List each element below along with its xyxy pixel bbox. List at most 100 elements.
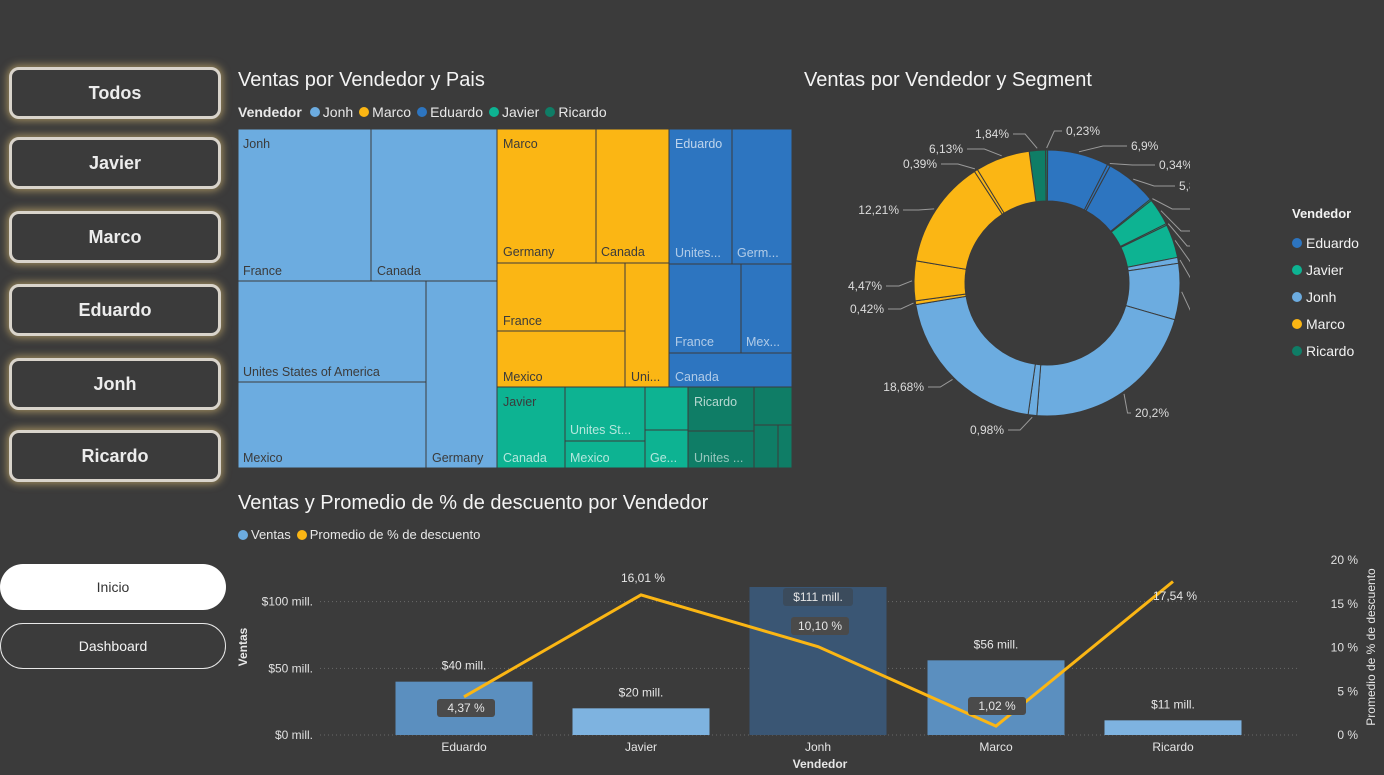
donut-data-label: 6,9% xyxy=(1131,139,1159,153)
treemap-cell-javier-france[interactable] xyxy=(644,386,689,431)
legend-item-marco[interactable]: Marco xyxy=(359,104,411,120)
bar-data-label: $56 mill. xyxy=(974,637,1019,651)
nav-dashboard-button[interactable]: Dashboard xyxy=(0,623,226,669)
donut-data-label: 0,23% xyxy=(1066,124,1100,138)
treemap-cell-jonh-germany[interactable] xyxy=(425,280,498,469)
treemap-title: Ventas por Vendedor y Pais xyxy=(238,69,485,91)
donut-slice[interactable] xyxy=(1036,305,1176,417)
treemap-cell-marco-usa[interactable] xyxy=(624,262,670,388)
treemap-cell-label: Germany xyxy=(432,451,484,465)
line-data-label: 16,01 % xyxy=(621,571,665,585)
legend-label: Ricardo xyxy=(558,104,607,120)
donut-chart: 0,23%6,9%0,34%5,83%0,17%3,07%0,18%3,78%0… xyxy=(848,124,1190,437)
treemap-cell-label: Unites States of America xyxy=(243,365,380,379)
donut-leader-line xyxy=(1152,198,1190,210)
legend-dot-icon xyxy=(417,107,428,117)
nav-inicio-button[interactable]: Inicio xyxy=(0,564,226,610)
donut-leader-line xyxy=(1179,259,1190,279)
legend-dot-icon xyxy=(296,529,307,540)
donut-leader-line xyxy=(1078,145,1127,153)
donut-legend-item-javier[interactable]: Javier xyxy=(1292,256,1359,283)
filter-ricardo-button[interactable]: Ricardo xyxy=(9,430,221,482)
treemap-group-label: Marco xyxy=(503,137,538,151)
donut-legend-item-ricardo[interactable]: Ricardo xyxy=(1292,337,1359,364)
legend-label: Marco xyxy=(372,104,412,120)
donut-legend-item-jonh[interactable]: Jonh xyxy=(1292,283,1359,310)
treemap-cell-ricardo-germany[interactable] xyxy=(753,386,793,426)
treemap-cell-label: Canada xyxy=(377,264,421,278)
legend-dot-icon xyxy=(1292,264,1302,275)
donut-leader-line xyxy=(1109,162,1155,166)
bar-jonh[interactable] xyxy=(749,587,887,735)
donut-leader-line xyxy=(1133,178,1175,187)
treemap-group-label: Ricardo xyxy=(694,395,737,409)
donut-leader-line xyxy=(1123,393,1131,414)
bar-data-label: $111 mill. xyxy=(793,590,843,604)
x-tick-label: Jonh xyxy=(805,740,831,754)
treemap-cell-ricardo-canada[interactable] xyxy=(687,386,755,432)
donut-data-label: 1,84% xyxy=(975,127,1009,141)
legend-label: Ventas xyxy=(251,527,291,542)
y-tick-label: $100 mill. xyxy=(262,595,313,609)
legend-item-javier[interactable]: Javier xyxy=(489,104,539,120)
donut-data-label: 18,68% xyxy=(883,380,924,394)
filter-javier-button[interactable]: Javier xyxy=(9,137,221,189)
legend-item-jonh[interactable]: Jonh xyxy=(309,104,354,120)
donut-data-label: 0,98% xyxy=(970,423,1004,437)
legend-label: Javier xyxy=(1306,261,1344,278)
treemap-cell-label: Unites... xyxy=(675,246,721,260)
treemap-cell-label: France xyxy=(503,314,542,328)
legend-dot-icon xyxy=(1292,291,1302,302)
donut-leader-line xyxy=(928,379,953,388)
bar-javier[interactable] xyxy=(572,708,710,735)
legend-label: Eduardo xyxy=(1306,234,1359,251)
treemap-cell-ricardo-mexico[interactable] xyxy=(777,424,793,469)
filter-marco-button[interactable]: Marco xyxy=(9,211,221,263)
line-data-label: 4,37 % xyxy=(447,701,485,715)
filter-todos-button[interactable]: Todos xyxy=(9,67,221,119)
treemap-cell-jonh-canada[interactable] xyxy=(370,128,498,282)
treemap-cell-marco-canada[interactable] xyxy=(595,128,670,264)
x-tick-label: Marco xyxy=(979,740,1013,754)
donut-data-label: 6,13% xyxy=(929,142,963,156)
combo-title: Ventas y Promedio de % de descuento por … xyxy=(238,492,709,514)
legend-label: Promedio de % de descuento xyxy=(309,527,481,542)
donut-legend-item-eduardo[interactable]: Eduardo xyxy=(1292,229,1359,256)
legend-dot-icon xyxy=(309,107,320,117)
legend-item-ventas[interactable]: Ventas xyxy=(238,527,291,542)
legend-item-ricardo[interactable]: Ricardo xyxy=(545,104,607,120)
donut-legend-item-marco[interactable]: Marco xyxy=(1292,310,1359,337)
legend-item-descuento[interactable]: Promedio de % de descuento xyxy=(296,527,481,542)
donut-leader-line xyxy=(967,148,1002,157)
treemap-cell-eduardo-germany[interactable] xyxy=(731,128,793,265)
legend-dot-icon xyxy=(359,107,370,117)
line-data-label: 10,10 % xyxy=(798,619,842,633)
y2-tick-label: 20 % xyxy=(1331,553,1359,567)
treemap-cell-ricardo-france[interactable] xyxy=(753,424,779,469)
treemap-cell-jonh-france[interactable] xyxy=(237,128,372,282)
legend-item-eduardo[interactable]: Eduardo xyxy=(417,104,483,120)
y-tick-label: $0 mill. xyxy=(275,728,313,742)
donut-data-label: 0,34% xyxy=(1159,158,1190,172)
legend-dot-icon xyxy=(238,529,248,540)
legend-label: Javier xyxy=(502,104,540,120)
y-tick-label: $50 mill. xyxy=(268,661,313,675)
legend-label: Jonh xyxy=(322,104,354,120)
donut-data-label: 0,42% xyxy=(850,302,884,316)
filter-eduardo-button[interactable]: Eduardo xyxy=(9,284,221,336)
combo-chart: $40 mill. $20 mill. $111 mill. $56 mill. $11… xyxy=(236,553,1378,771)
x-axis-title: Vendedor xyxy=(793,757,848,771)
donut-slice[interactable] xyxy=(915,295,1036,416)
donut-data-label: 4,47% xyxy=(848,279,882,293)
legend-label: Ricardo xyxy=(1306,342,1355,359)
legend-label: Eduardo xyxy=(430,104,483,120)
treemap-legend-title: Vendedor xyxy=(238,104,302,120)
y2-tick-label: 5 % xyxy=(1337,684,1358,698)
filter-jonh-button[interactable]: Jonh xyxy=(9,358,221,410)
donut-data-label: 20,2% xyxy=(1135,406,1169,420)
bar-ricardo[interactable] xyxy=(1104,720,1242,735)
donut-legend: Vendedor Eduardo Javier Jonh Marco Ricar… xyxy=(1292,206,1359,364)
line-data-label: 17,54 % xyxy=(1153,589,1197,603)
x-tick-label: Ricardo xyxy=(1152,740,1194,754)
legend-label: Jonh xyxy=(1306,288,1337,305)
